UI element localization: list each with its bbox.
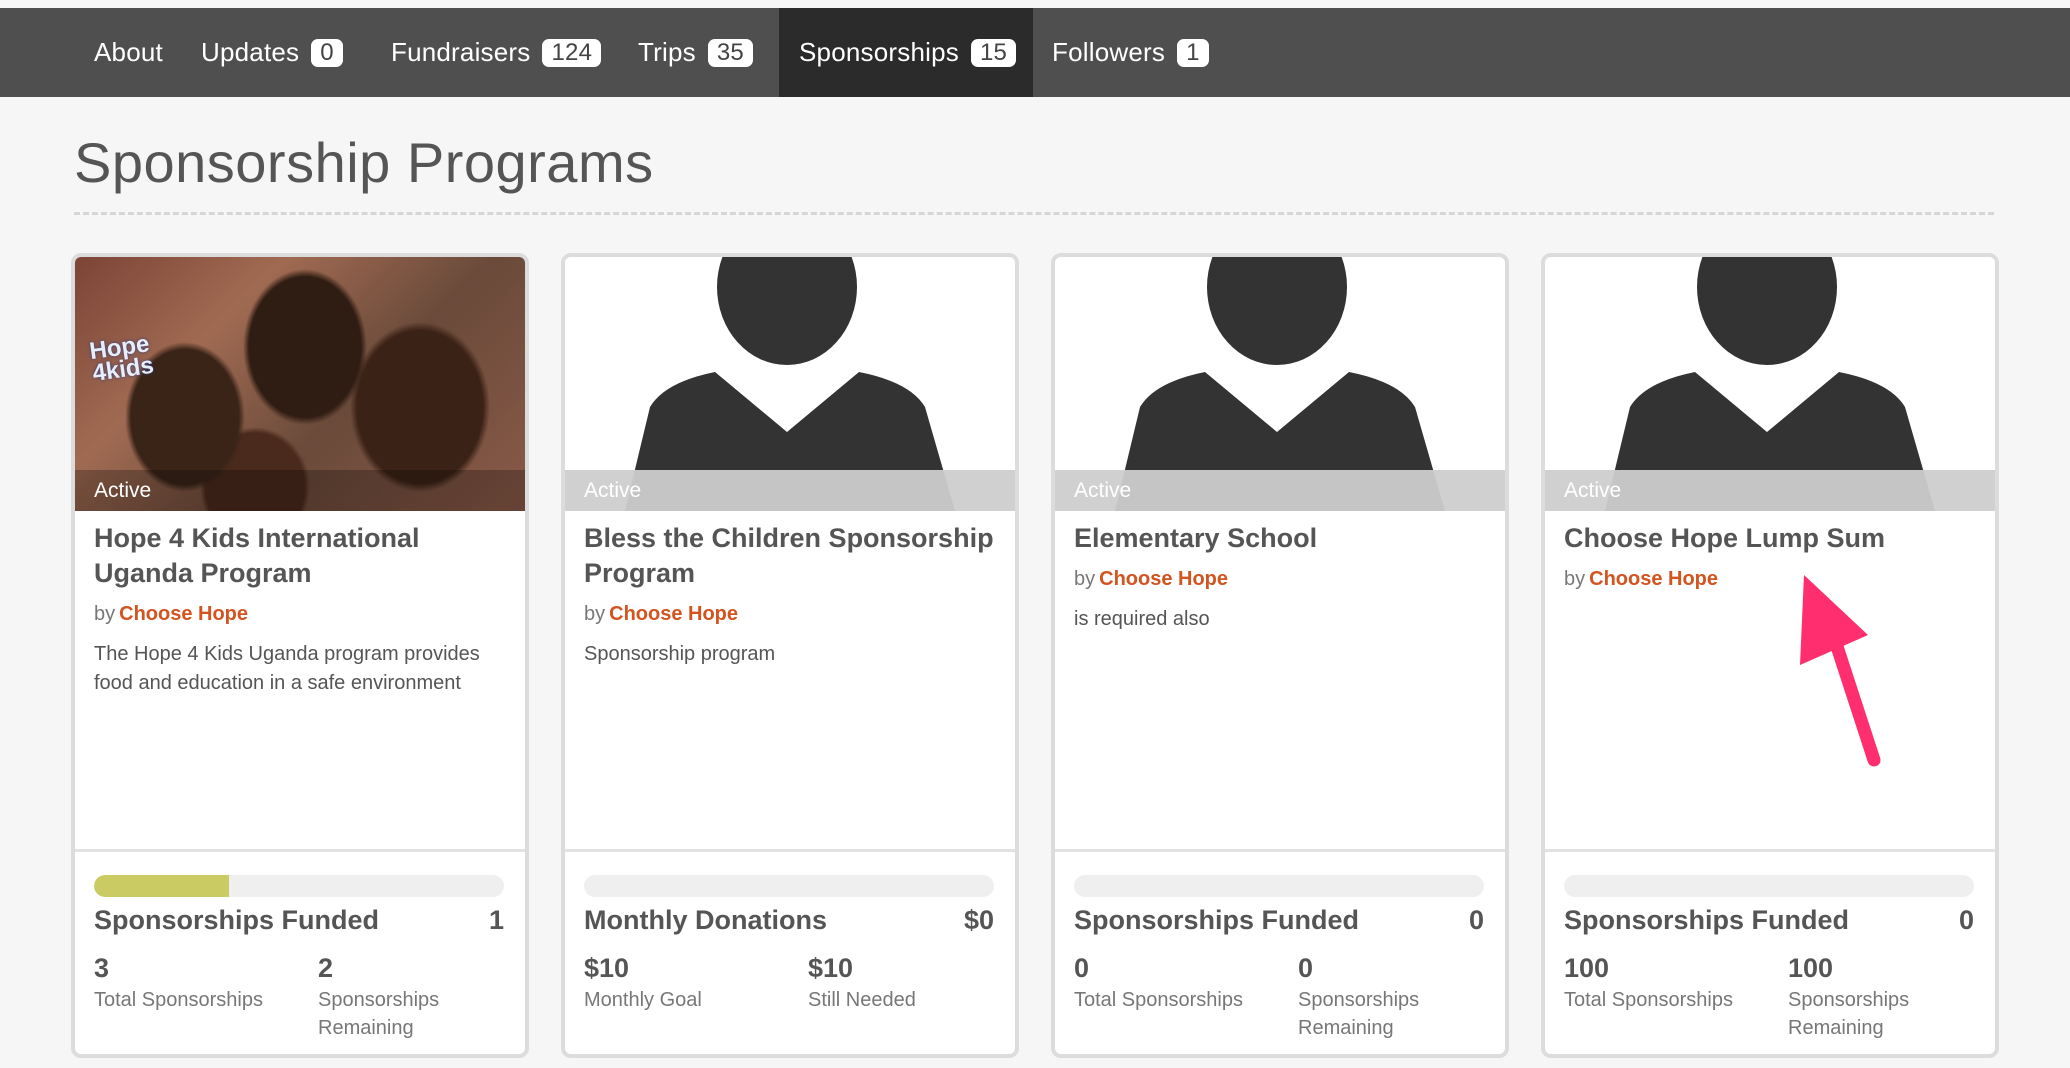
- program-title[interactable]: Bless the Children Sponsorship Program: [584, 521, 1000, 591]
- count-badge: 1: [1177, 38, 1209, 67]
- program-title[interactable]: Choose Hope Lump Sum: [1564, 521, 1980, 556]
- title-divider: [74, 212, 1994, 215]
- stat-value: 1: [488, 905, 504, 935]
- program-card[interactable]: Hope 4kids Active Hope 4 Kids Internation…: [71, 253, 529, 1058]
- remaining-label: Sponsorships Remaining: [1788, 989, 1910, 1039]
- tab-sponsorships[interactable]: Sponsorships 15: [779, 8, 1033, 97]
- card-divider: [1055, 849, 1505, 852]
- tab-label: Fundraisers: [391, 37, 531, 67]
- status-label: Active: [75, 470, 525, 511]
- tab-trips[interactable]: Trips 35: [638, 8, 753, 97]
- total-value: 3: [94, 953, 110, 983]
- program-card[interactable]: Active Bless the Children Sponsorship Pr…: [561, 253, 1019, 1058]
- by-text: by: [94, 603, 116, 625]
- funding-progress-bar: [1564, 875, 1974, 897]
- status-label: Active: [1545, 470, 1995, 511]
- count-badge: 35: [707, 38, 753, 67]
- hope-4-kids-logo: Hope 4kids: [87, 330, 156, 388]
- stat-value: 0: [1958, 905, 1974, 935]
- tab-about[interactable]: About: [94, 8, 163, 97]
- remaining-value: 100: [1788, 953, 1834, 983]
- tab-label: Updates: [201, 37, 300, 67]
- program-description: Sponsorship program: [584, 643, 776, 665]
- goal-label: Monthly Goal: [584, 989, 702, 1011]
- count-badge: 0: [311, 38, 343, 67]
- remaining-value: 2: [318, 953, 334, 983]
- program-title[interactable]: Elementary School: [1074, 521, 1490, 556]
- by-line: by Choose Hope: [1564, 568, 1980, 591]
- organization-link[interactable]: Choose Hope: [1099, 568, 1228, 590]
- remaining-label: Sponsorships Remaining: [1298, 989, 1420, 1039]
- annotation-arrow-icon: [1800, 575, 1881, 767]
- status-label: Active: [1055, 470, 1505, 511]
- stat-label: Sponsorships Funded: [1564, 905, 1850, 935]
- tab-label: Sponsorships: [799, 37, 959, 67]
- by-line: by Choose Hope: [584, 603, 1000, 626]
- tab-followers[interactable]: Followers 1: [1052, 8, 1209, 97]
- status-label: Active: [565, 470, 1015, 511]
- program-card[interactable]: Active Elementary School by Choose Hope i…: [1051, 253, 1509, 1058]
- organization-link[interactable]: Choose Hope: [1589, 568, 1718, 590]
- remaining-label: Sponsorships Remaining: [318, 989, 440, 1039]
- funding-progress-bar: [584, 875, 994, 897]
- organization-link[interactable]: Choose Hope: [119, 603, 248, 625]
- stat-label: Sponsorships Funded: [94, 905, 380, 935]
- total-label: Total Sponsorships: [1074, 989, 1243, 1011]
- by-line: by Choose Hope: [1074, 568, 1490, 591]
- funding-progress-bar: [94, 875, 504, 897]
- tab-fundraisers[interactable]: Fundraisers 124: [391, 8, 602, 97]
- needed-label: Still Needed: [808, 989, 916, 1011]
- stat-value: 0: [1468, 905, 1484, 935]
- tab-label: Followers: [1052, 37, 1166, 67]
- progress-fill: [94, 875, 230, 897]
- program-description: is required also: [1074, 608, 1210, 630]
- by-line: by Choose Hope: [94, 603, 510, 626]
- remaining-value: 0: [1298, 953, 1314, 983]
- funding-progress-bar: [1074, 875, 1484, 897]
- count-badge: 124: [542, 38, 602, 67]
- total-value: 0: [1074, 953, 1090, 983]
- card-divider: [565, 849, 1015, 852]
- total-label: Total Sponsorships: [94, 989, 263, 1011]
- by-text: by: [584, 603, 606, 625]
- stat-label: Monthly Donations: [584, 905, 827, 935]
- needed-value: $10: [808, 953, 854, 983]
- tab-updates[interactable]: Updates 0: [201, 8, 343, 97]
- stat-value: $0: [963, 905, 994, 935]
- total-label: Total Sponsorships: [1564, 989, 1733, 1011]
- tab-label: Trips: [638, 37, 696, 67]
- by-text: by: [1074, 568, 1096, 590]
- program-photo[interactable]: Hope 4kids Active: [75, 257, 525, 511]
- page-title: Sponsorship Programs: [74, 131, 654, 194]
- program-photo[interactable]: Active: [1055, 257, 1505, 511]
- profile-tab-bar: About Updates 0 Fundraisers 124 Trips 35…: [0, 8, 2070, 97]
- program-description: The Hope 4 Kids Uganda program provides …: [94, 643, 480, 694]
- by-text: by: [1564, 568, 1586, 590]
- stat-label: Sponsorships Funded: [1074, 905, 1360, 935]
- program-photo[interactable]: Active: [1545, 257, 1995, 511]
- program-photo[interactable]: Active: [565, 257, 1015, 511]
- organization-link[interactable]: Choose Hope: [609, 603, 738, 625]
- total-value: 100: [1564, 953, 1610, 983]
- count-badge: 15: [970, 38, 1017, 67]
- tab-label: About: [94, 37, 163, 67]
- program-title[interactable]: Hope 4 Kids International Uganda Program: [94, 521, 510, 591]
- goal-value: $10: [584, 953, 630, 983]
- program-card[interactable]: Active Choose Hope Lump Sum by Choose Hop…: [1541, 253, 1999, 1058]
- card-divider: [1545, 849, 1995, 852]
- card-divider: [75, 849, 525, 852]
